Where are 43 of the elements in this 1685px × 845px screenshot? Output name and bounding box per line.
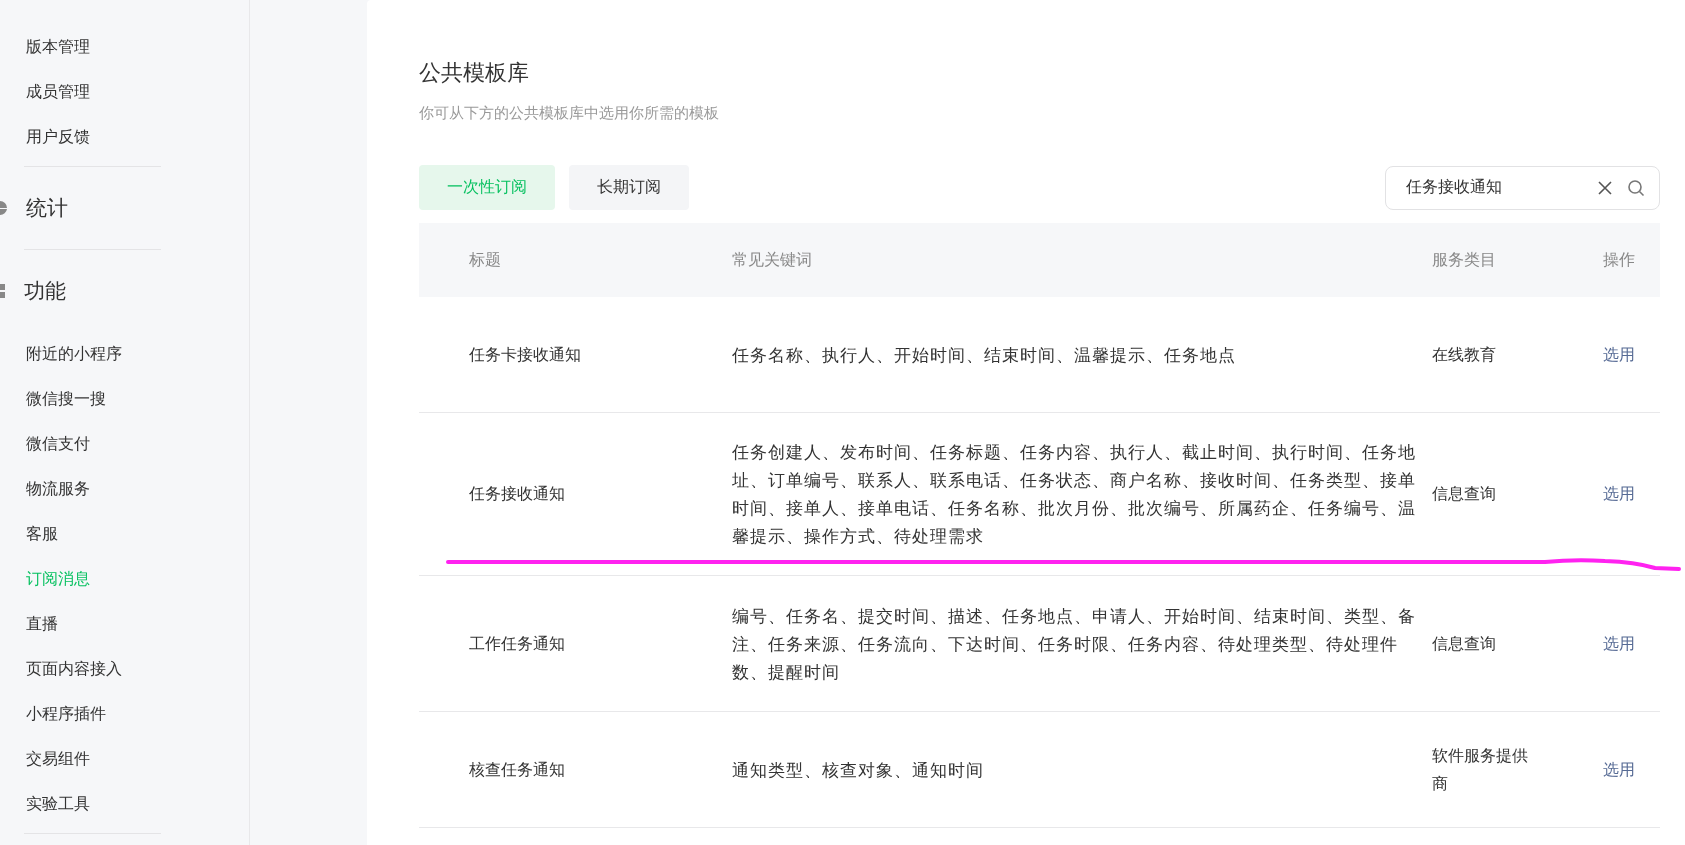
category-text: 信息查询 bbox=[1432, 632, 1497, 655]
sidebar-item[interactable]: 小程序插件 bbox=[0, 698, 249, 743]
page-title: 公共模板库 bbox=[419, 59, 530, 87]
select-link[interactable]: 选用 bbox=[1603, 484, 1635, 503]
sidebar-item[interactable]: 成员管理 bbox=[0, 76, 249, 121]
keywords-text: 任务名称、执行人、开始时间、结束时间、温馨提示、任务地点 bbox=[732, 343, 1237, 367]
section-heading: 统计 bbox=[26, 195, 68, 222]
search-field[interactable]: 任务接收通知 bbox=[1385, 165, 1660, 210]
tab[interactable]: 长期订阅 bbox=[569, 165, 689, 210]
page-subtitle: 你可从下方的公共模板库中选用你所需的模板 bbox=[419, 104, 720, 123]
sidebar-item[interactable]: 页面内容接入 bbox=[0, 653, 249, 698]
template-title: 任务接收通知 bbox=[468, 483, 566, 505]
section-heading: 功能 bbox=[24, 278, 66, 305]
sidebar-item[interactable]: 实验工具 bbox=[0, 788, 249, 833]
search-icon[interactable] bbox=[1627, 178, 1645, 197]
select-link[interactable]: 选用 bbox=[1603, 344, 1635, 364]
sidebar-item[interactable]: 微信支付 bbox=[0, 428, 249, 473]
category-text: 在线教育 bbox=[1432, 343, 1497, 366]
column-header: 标题 bbox=[468, 249, 502, 271]
chart-icon bbox=[0, 200, 8, 216]
sidebar-item[interactable]: 直播 bbox=[0, 608, 249, 653]
template-title: 核查任务通知 bbox=[468, 758, 566, 781]
column-header: 服务类目 bbox=[1432, 249, 1497, 271]
category-text: 软件服务提供商 bbox=[1432, 744, 1529, 795]
select-link[interactable]: 选用 bbox=[1603, 759, 1635, 779]
sidebar-item[interactable]: 交易组件 bbox=[0, 743, 249, 788]
category-text: 信息查询 bbox=[1432, 483, 1497, 505]
template-title: 工作任务通知 bbox=[468, 632, 566, 655]
sidebar-item[interactable]: 附近的小程序 bbox=[0, 338, 249, 383]
select-link[interactable]: 选用 bbox=[1603, 633, 1635, 653]
grid-icon bbox=[0, 283, 6, 299]
keywords-text: 编号、任务名、提交时间、描述、任务地点、申请人、开始时间、结束时间、类型、备注、任务来源、任务流向、下达时间、任务时限、任务内容、待处理类型、待处理件数、提醒时间 bbox=[732, 604, 1417, 684]
sidebar-item[interactable]: 微信搜一搜 bbox=[0, 383, 249, 428]
template-title: 任务卡接收通知 bbox=[468, 343, 582, 366]
keywords-text: 任务创建人、发布时间、任务标题、任务内容、执行人、截止时间、执行时间、任务地址、订单编号、联系人、联系电话、任务状态、商户名称、接收时间、任务类型、接单时间、接单人、接单电话、任务名称、批次月份、批次编号、所属药企、任务编号、温馨提示、操作方式、待处理需求 bbox=[732, 441, 1417, 548]
sidebar-item[interactable]: 用户反馈 bbox=[0, 121, 249, 166]
sidebar-item[interactable]: 版本管理 bbox=[0, 31, 249, 76]
sidebar-item[interactable]: 客服 bbox=[0, 518, 249, 563]
column-header: 常见关键词 bbox=[732, 249, 813, 271]
close-icon[interactable] bbox=[1597, 179, 1613, 196]
sidebar-item[interactable]: 物流服务 bbox=[0, 473, 249, 518]
column-header: 操作 bbox=[1602, 249, 1636, 271]
keywords-text: 通知类型、核查对象、通知时间 bbox=[732, 758, 985, 782]
